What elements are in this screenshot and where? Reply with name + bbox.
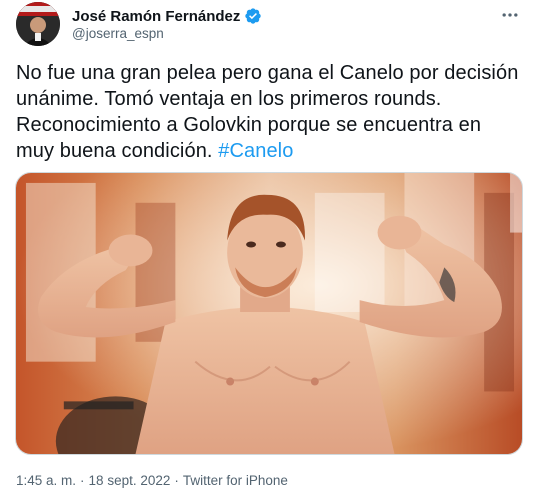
- boxer-photo-illustration: [16, 173, 522, 454]
- more-options-button[interactable]: [497, 2, 523, 28]
- meta-separator: ·: [174, 473, 179, 488]
- tweet-metadata: 1:45 a. m. · 18 sept. 2022 · Twitter for iPh…: [16, 473, 288, 488]
- tweet-card: José Ramón Fernández @joserra_espn No fu…: [0, 0, 539, 496]
- author-handle[interactable]: @joserra_espn: [72, 26, 164, 41]
- tweet-photo[interactable]: [15, 172, 523, 455]
- more-horizontal-icon: [502, 13, 518, 17]
- verified-badge-icon: [244, 7, 262, 25]
- tweet-text-fragment: muy buena condición.: [16, 140, 213, 162]
- tweet-source[interactable]: Twitter for iPhone: [183, 473, 288, 488]
- author-name-row[interactable]: José Ramón Fernández: [72, 7, 262, 25]
- tweet-text-line: unánime. Tomó ventaja en los primeros ro…: [16, 88, 442, 110]
- tweet-text-line-last: muy buena condición. #Canelo: [16, 138, 528, 164]
- author-avatar[interactable]: [16, 2, 60, 46]
- tweet-text-line: No fue una gran pelea pero gana el Canel…: [16, 62, 519, 84]
- tweet-text: No fue una gran pelea pero gana el Canel…: [16, 60, 528, 164]
- tweet-date[interactable]: 18 sept. 2022: [89, 473, 171, 488]
- tweet-text-line: Reconocimiento a Golovkin porque se encu…: [16, 114, 482, 136]
- tweet-time[interactable]: 1:45 a. m.: [16, 473, 76, 488]
- hashtag-link[interactable]: #Canelo: [218, 140, 293, 162]
- meta-separator: ·: [80, 473, 85, 488]
- avatar-image: [16, 2, 60, 46]
- author-display-name[interactable]: José Ramón Fernández: [72, 8, 240, 25]
